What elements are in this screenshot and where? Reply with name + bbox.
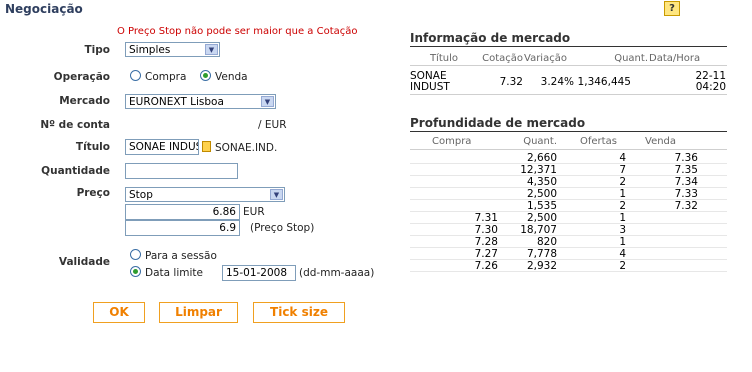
depth-cell-venda: 7.33 bbox=[674, 188, 698, 200]
depth-cell-venda: 7.32 bbox=[674, 200, 698, 212]
depth-cell-quant: 2,500 bbox=[526, 212, 557, 224]
depth-divider bbox=[410, 131, 727, 132]
depth-cell-ofertas: 7 bbox=[619, 164, 626, 176]
depth-title: Profundidade de mercado bbox=[410, 116, 586, 130]
compra-label: Compra bbox=[145, 71, 187, 83]
info-header-quant: Quant. bbox=[614, 53, 648, 64]
depth-header-ofertas: Ofertas bbox=[580, 136, 617, 147]
titulo-code: SONAE.IND. bbox=[215, 142, 278, 154]
depth-cell-quant: 820 bbox=[536, 236, 557, 248]
depth-cell-quant: 7,778 bbox=[526, 248, 557, 260]
quantidade-input[interactable] bbox=[125, 163, 238, 179]
depth-cell-venda: 7.36 bbox=[674, 152, 698, 164]
venda-label: Venda bbox=[215, 71, 248, 83]
operacao-label: Operação bbox=[53, 71, 110, 83]
tipo-label: Tipo bbox=[84, 44, 111, 56]
depth-header-quant: Quant. bbox=[523, 136, 557, 147]
preco-input[interactable]: 6.86 bbox=[125, 204, 240, 220]
para-sessao-label: Para a sessão bbox=[145, 250, 217, 262]
titulo-label: Título bbox=[75, 141, 110, 153]
info-variacao: 3.24% bbox=[540, 76, 574, 88]
data-limite-input[interactable]: 15-01-2008 bbox=[222, 265, 296, 281]
mercado-select[interactable]: EURONEXT Lisboa ▼ bbox=[125, 94, 276, 109]
depth-header-venda: Venda bbox=[645, 136, 677, 147]
depth-cell-venda: 7.35 bbox=[674, 164, 698, 176]
chevron-down-icon: ▼ bbox=[270, 189, 283, 200]
info-header-cotacao: Cotação bbox=[482, 53, 523, 64]
depth-cell-quant: 18,707 bbox=[520, 224, 557, 236]
data-limite-radio[interactable] bbox=[130, 266, 141, 277]
info-hora: 04:20 bbox=[695, 81, 726, 93]
error-message: O Preço Stop não pode ser maior que a Co… bbox=[117, 26, 358, 37]
info-header-variacao: Variação bbox=[524, 53, 567, 64]
info-header-titulo: Título bbox=[429, 53, 458, 64]
preco-stop-note: (Preço Stop) bbox=[250, 222, 315, 234]
tipo-select[interactable]: Simples ▼ bbox=[125, 42, 220, 57]
depth-cell-ofertas: 2 bbox=[619, 200, 626, 212]
data-format-hint: (dd-mm-aaaa) bbox=[299, 267, 375, 279]
tipo-value: Simples bbox=[129, 44, 171, 56]
depth-header-compra: Compra bbox=[432, 136, 472, 147]
chevron-down-icon: ▼ bbox=[261, 96, 274, 107]
depth-cell-quant: 2,932 bbox=[526, 260, 557, 272]
info-header-rule bbox=[410, 65, 727, 66]
quantidade-label: Quantidade bbox=[41, 165, 110, 177]
depth-cell-quant: 12,371 bbox=[520, 164, 557, 176]
depth-cell-venda: 7.34 bbox=[674, 176, 698, 188]
depth-header-rule bbox=[410, 149, 727, 150]
info-titulo-line2: INDUST bbox=[410, 81, 450, 93]
depth-cell-quant: 2,500 bbox=[526, 188, 557, 200]
info-header-data: Data/Hora bbox=[649, 53, 701, 64]
depth-cell-compra: 7.31 bbox=[474, 212, 498, 224]
compra-radio[interactable] bbox=[130, 70, 141, 81]
depth-cell-quant: 4,350 bbox=[526, 176, 557, 188]
depth-cell-ofertas: 1 bbox=[619, 212, 626, 224]
tick-size-button[interactable]: Tick size bbox=[253, 302, 345, 323]
venda-radio[interactable] bbox=[200, 70, 211, 81]
titulo-input[interactable]: SONAE INDUST bbox=[125, 139, 199, 155]
depth-cell-quant: 2,660 bbox=[526, 152, 557, 164]
depth-cell-ofertas: 3 bbox=[619, 224, 626, 236]
mercado-value: EURONEXT Lisboa bbox=[129, 96, 224, 108]
ok-button[interactable]: OK bbox=[93, 302, 145, 323]
depth-cell-quant: 1,535 bbox=[526, 200, 557, 212]
depth-cell-ofertas: 2 bbox=[619, 176, 626, 188]
preco-currency: EUR bbox=[243, 206, 265, 218]
preco-type-select[interactable]: Stop ▼ bbox=[125, 187, 285, 202]
conta-label: Nº de conta bbox=[40, 119, 110, 131]
info-divider bbox=[410, 46, 727, 47]
lookup-icon[interactable] bbox=[202, 141, 211, 152]
depth-cell-ofertas: 1 bbox=[619, 236, 626, 248]
depth-cell-compra: 7.30 bbox=[474, 224, 498, 236]
chevron-down-icon: ▼ bbox=[205, 44, 218, 55]
info-cotacao: 7.32 bbox=[499, 76, 523, 88]
info-row-rule bbox=[410, 94, 727, 95]
depth-cell-ofertas: 4 bbox=[619, 152, 626, 164]
page-title: Negociação bbox=[5, 2, 83, 16]
help-icon[interactable]: ? bbox=[664, 1, 680, 16]
depth-cell-compra: 7.26 bbox=[474, 260, 498, 272]
limpar-button[interactable]: Limpar bbox=[159, 302, 238, 323]
preco-stop-input[interactable]: 6.9 bbox=[125, 220, 240, 236]
preco-label: Preço bbox=[76, 187, 110, 199]
depth-cell-ofertas: 1 bbox=[619, 188, 626, 200]
data-limite-label: Data limite bbox=[145, 267, 203, 279]
para-sessao-radio[interactable] bbox=[130, 249, 141, 260]
depth-cell-compra: 7.28 bbox=[474, 236, 498, 248]
mercado-label: Mercado bbox=[59, 95, 110, 107]
conta-currency: / EUR bbox=[258, 119, 287, 131]
validade-label: Validade bbox=[58, 256, 110, 268]
preco-type-value: Stop bbox=[129, 189, 153, 201]
info-quant: 1,346,445 bbox=[577, 76, 631, 88]
depth-cell-ofertas: 2 bbox=[619, 260, 626, 272]
depth-cell-compra: 7.27 bbox=[474, 248, 498, 260]
info-title: Informação de mercado bbox=[410, 31, 571, 45]
depth-cell-ofertas: 4 bbox=[619, 248, 626, 260]
